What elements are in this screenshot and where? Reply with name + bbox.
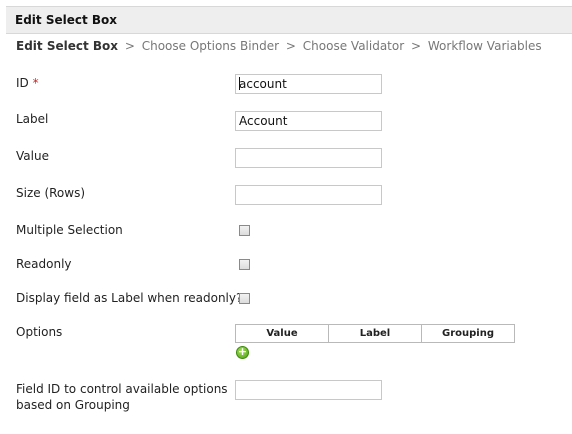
options-table: Value Label Grouping: [235, 324, 515, 343]
value-field[interactable]: [235, 148, 382, 168]
grouping-control-label-line2: based on Grouping: [16, 398, 130, 412]
grouping-control-label: Field ID to control available options ba…: [16, 381, 228, 413]
size-field[interactable]: [235, 185, 382, 205]
display-as-label-checkbox[interactable]: [239, 293, 250, 304]
dialog-titlebar: Edit Select Box: [6, 6, 572, 34]
id-label-text: ID: [16, 76, 29, 90]
required-marker: *: [32, 76, 39, 90]
options-label: Options: [16, 325, 63, 339]
breadcrumb: Edit Select Box > Choose Options Binder …: [16, 39, 542, 53]
readonly-label: Readonly: [16, 257, 72, 271]
label-label: Label: [16, 112, 49, 126]
grouping-control-field[interactable]: [235, 380, 382, 400]
breadcrumb-step-workflow-variables[interactable]: Workflow Variables: [428, 39, 542, 53]
id-field[interactable]: account: [235, 74, 382, 94]
breadcrumb-separator: >: [124, 39, 135, 53]
options-column-value: Value: [236, 325, 329, 342]
breadcrumb-separator: >: [411, 39, 422, 53]
display-as-label-label: Display field as Label when readonly?: [16, 291, 243, 305]
multiple-selection-checkbox[interactable]: [239, 225, 250, 236]
multiple-selection-label: Multiple Selection: [16, 223, 123, 237]
size-label: Size (Rows): [16, 186, 86, 200]
readonly-checkbox[interactable]: [239, 259, 250, 270]
breadcrumb-step-options-binder[interactable]: Choose Options Binder: [142, 39, 279, 53]
options-column-grouping: Grouping: [442, 328, 494, 339]
plus-circle-icon[interactable]: +: [236, 346, 249, 359]
value-label: Value: [16, 149, 49, 163]
dialog-title: Edit Select Box: [15, 13, 118, 27]
id-label: ID *: [16, 75, 39, 91]
breadcrumb-current: Edit Select Box: [16, 39, 119, 53]
options-column-label: Label: [329, 325, 422, 342]
id-field-value: account: [239, 77, 287, 91]
label-field[interactable]: Account: [235, 111, 382, 131]
grouping-control-label-line1: Field ID to control available options: [16, 382, 228, 396]
breadcrumb-separator: >: [285, 39, 296, 53]
breadcrumb-step-validator[interactable]: Choose Validator: [303, 39, 404, 53]
